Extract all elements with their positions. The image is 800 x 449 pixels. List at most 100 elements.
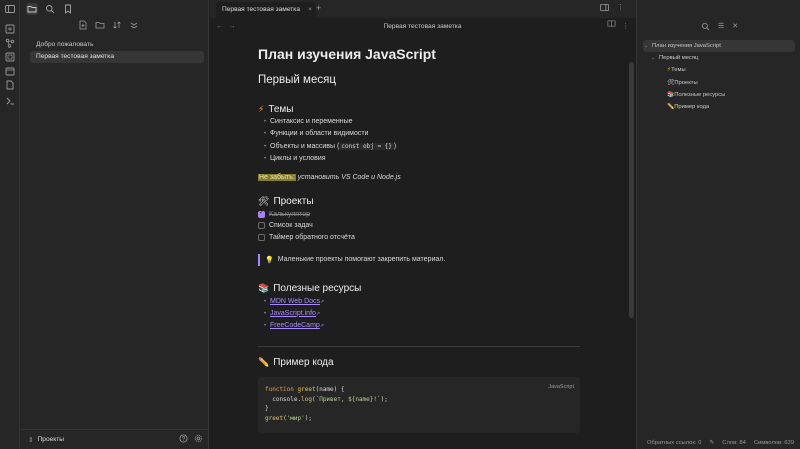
task-item: Калькулятор	[258, 208, 580, 220]
list-item: Синтаксис и переменные	[264, 116, 580, 129]
divider	[258, 346, 580, 348]
chevron-updown-icon: ⇕	[28, 436, 34, 444]
heading-text: Темы	[268, 103, 294, 115]
vault-button[interactable]: ⇕ Проекты	[28, 436, 64, 444]
folder-icon[interactable]	[26, 3, 38, 15]
char-count: Символов: 639	[753, 440, 794, 446]
graph-icon[interactable]	[5, 38, 15, 48]
sidebar-toggle-icon[interactable]	[5, 4, 15, 14]
explorer-toolbar	[78, 20, 139, 30]
checkbox-checked[interactable]	[258, 209, 265, 218]
switcher-icon[interactable]	[5, 24, 15, 34]
more-options-icon[interactable]: ⋮	[617, 3, 624, 14]
list-item: Объекты и массивы (const obj = {})	[264, 141, 580, 154]
code-line: greet('мир');	[265, 414, 312, 422]
heading-text: Проекты	[273, 195, 314, 207]
external-link[interactable]: JavaScript.info	[270, 310, 316, 317]
settings-gear-icon[interactable]	[194, 434, 203, 445]
reading-view-icon[interactable]	[607, 18, 616, 36]
heading-1: План изучения JavaScript	[258, 46, 436, 62]
external-link-icon: ↗	[320, 298, 325, 305]
vault-name: Проекты	[37, 436, 64, 443]
heading-2: Первый месяц	[258, 74, 336, 86]
lightning-icon: ⚡	[258, 103, 265, 114]
search-icon[interactable]	[44, 3, 56, 15]
list-item: FreeCodeCamp↗	[264, 320, 580, 333]
editor-scrollbar[interactable]	[629, 62, 634, 318]
outline-item[interactable]: 📚Полезные ресурсы	[643, 89, 795, 101]
outline-panel: ⌄ План изучения JavaScript ⌄ Первый месяц …	[643, 40, 795, 113]
canvas-icon[interactable]	[5, 52, 15, 62]
task-text: Калькулятор	[269, 210, 310, 218]
outline-item[interactable]: ⌄ План изучения JavaScript	[643, 40, 795, 53]
tab-bar: Первая тестовая заметка × +	[210, 0, 640, 18]
note-title[interactable]: Первая тестовая заметка	[384, 23, 462, 30]
lightbulb-icon: 💡	[265, 256, 274, 264]
callout-text: Маленькие проекты помогают закрепить мат…	[277, 256, 446, 264]
heading-resources: 📚 Полезные ресурсы	[258, 282, 580, 296]
highlighted-text: Не забыть:	[258, 174, 296, 182]
task-item: Таймер обратного отсчёта	[258, 232, 580, 244]
outline-item[interactable]: ✏️Пример кода	[643, 101, 795, 113]
checkbox[interactable]	[258, 234, 265, 242]
external-link[interactable]: FreeCodeCamp	[270, 322, 320, 329]
list-item: Функции и области видимости	[264, 128, 580, 141]
code-line: function greet(name) {	[265, 386, 345, 394]
external-link-icon: ↗	[315, 310, 321, 317]
forward-arrow-icon[interactable]: →	[229, 23, 242, 30]
list-item: MDN Web Docs↗	[264, 296, 580, 309]
list-icon[interactable]: ☰	[718, 22, 724, 33]
chevron-down-icon: ⌄	[644, 43, 649, 49]
editor-pane: ←→ Первая тестовая заметка ⋮ План изучен…	[210, 18, 635, 449]
code-line: console.log(`Привет, ${name}!`);	[265, 395, 388, 403]
edit-icon[interactable]: ✎	[709, 440, 714, 446]
code-line: }	[265, 405, 269, 413]
file-explorer-sidebar: Добро пожаловать Первая тестовая заметка…	[20, 0, 209, 449]
pencil-icon: ✏️	[258, 356, 270, 367]
code-block[interactable]: JavaScript function greet(name) { consol…	[258, 377, 580, 434]
inline-code: const obj = {}	[339, 142, 394, 150]
vault-switcher: ⇕ Проекты	[20, 429, 209, 449]
sort-icon[interactable]	[112, 20, 122, 30]
tools-icon: 🛠	[258, 195, 270, 206]
callout: 💡 Маленькие проекты помогают закрепить м…	[258, 253, 580, 266]
external-link-icon: ↗	[319, 323, 325, 330]
tab-label: Первая тестовая заметка	[222, 6, 300, 13]
sidebar-tabs	[20, 0, 208, 18]
templates-icon[interactable]	[5, 80, 15, 90]
file-item-active[interactable]: Первая тестовая заметка	[30, 51, 204, 63]
collapse-all-icon[interactable]	[129, 20, 139, 30]
checkbox[interactable]	[258, 222, 265, 230]
new-tab-icon[interactable]: +	[316, 3, 321, 13]
editor-header: ←→ Первая тестовая заметка ⋮	[210, 18, 635, 36]
outline-item[interactable]: ⌄ Первый месяц	[643, 52, 795, 64]
bookmark-icon[interactable]	[62, 3, 74, 15]
search-icon[interactable]	[701, 22, 710, 33]
terminal-icon[interactable]	[5, 96, 15, 106]
close-icon[interactable]: ✕	[732, 22, 738, 33]
new-folder-icon[interactable]	[95, 20, 105, 30]
status-bar: Обратных ссылок: 0 ✎ Слов: 84 Символов: …	[636, 437, 800, 449]
more-options-icon[interactable]: ⋮	[622, 18, 629, 36]
books-icon: 📚	[258, 283, 270, 294]
nav-arrows: ←→	[216, 18, 241, 36]
tab-note[interactable]: Первая тестовая заметка ×	[216, 2, 316, 18]
close-tab-icon[interactable]: ×	[308, 2, 312, 18]
calendar-icon[interactable]	[5, 66, 15, 76]
code-language-label: JavaScript	[548, 384, 574, 391]
file-item[interactable]: Добро пожаловать	[30, 39, 204, 51]
outline-item[interactable]: ⚡Темы	[643, 64, 795, 76]
heading-text: Полезные ресурсы	[273, 283, 362, 295]
outline-item[interactable]: 🛠Проекты	[643, 77, 795, 89]
resources-list: MDN Web Docs↗ JavaScript.info↗ FreeCodeC…	[264, 296, 580, 333]
ribbon	[0, 0, 20, 449]
help-icon[interactable]	[179, 434, 188, 445]
new-note-icon[interactable]	[78, 20, 88, 30]
left-sidebar-toggle-icon[interactable]	[600, 3, 609, 14]
heading-code: ✏️ Пример кода	[258, 355, 580, 369]
external-link[interactable]: MDN Web Docs	[270, 298, 320, 305]
word-count: Слов: 84	[722, 440, 746, 446]
back-arrow-icon[interactable]: ←	[216, 23, 229, 30]
note-content[interactable]: План изучения JavaScript Первый месяц ⚡ …	[258, 42, 580, 434]
backlinks-count[interactable]: Обратных ссылок: 0	[647, 440, 701, 446]
